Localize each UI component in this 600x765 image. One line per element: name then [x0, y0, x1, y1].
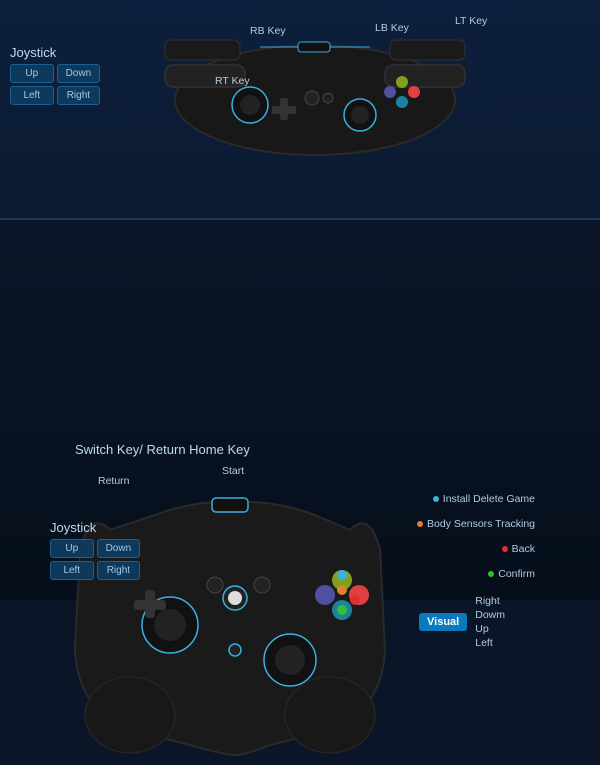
dir-right: Right [475, 595, 505, 607]
top-controller-svg [150, 20, 480, 160]
visual-badge: Visual [419, 613, 467, 631]
visual-directions: Right Dowm Up Left [475, 595, 505, 649]
bottom-joystick-title: Joystick [50, 520, 140, 535]
bottom-joystick-box: Joystick Up Down Left Right [50, 520, 140, 580]
top-section: Joystick Up Down Left Right [0, 0, 600, 220]
bottom-controller-wrap [60, 450, 400, 760]
key-left: Left [10, 86, 54, 105]
lb-key-label: LB Key [375, 22, 409, 34]
bot-key-left: Left [50, 561, 94, 580]
bottom-controller-svg [60, 450, 400, 760]
install-label: Install Delete Game [433, 493, 535, 505]
top-key-grid: Up Down Left Right [10, 64, 100, 105]
top-controller-area: RB Key LB Key LT Key RT Key [150, 20, 530, 190]
top-joystick-box: Joystick Up Down Left Right [10, 45, 100, 105]
dir-up: Up [475, 623, 505, 635]
lt-key-label: LT Key [455, 15, 487, 27]
visual-section: Visual Right Dowm Up Left [419, 595, 505, 649]
back-label: Back [502, 543, 535, 555]
dir-left: Left [475, 637, 505, 649]
key-right: Right [57, 86, 101, 105]
rt-key-label: RT Key [215, 75, 250, 87]
key-up: Up [10, 64, 54, 83]
bottom-section: Switch Key/ Return Home Key Return Start [0, 220, 600, 600]
bot-key-down: Down [97, 539, 141, 558]
confirm-label: Confirm [488, 568, 535, 580]
bot-key-up: Up [50, 539, 94, 558]
bot-key-right: Right [97, 561, 141, 580]
dir-down: Dowm [475, 609, 505, 621]
body-label: Body Sensors Tracking [417, 518, 535, 530]
key-down: Down [57, 64, 101, 83]
rb-key-label: RB Key [250, 25, 286, 37]
top-joystick-title: Joystick [10, 45, 100, 60]
bottom-key-grid: Up Down Left Right [50, 539, 140, 580]
